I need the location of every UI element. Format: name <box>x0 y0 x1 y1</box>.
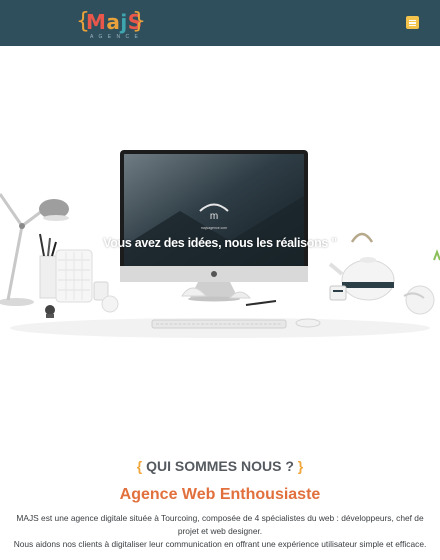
hero-tagline: Vous avez des idées, nous les réalisons … <box>103 236 337 250</box>
svg-text:m: m <box>210 211 218 222</box>
site-header: { MajS } A G E N C E <box>0 0 440 46</box>
hamburger-menu-icon[interactable] <box>406 16 419 29</box>
logo-brace-close: } <box>132 9 146 34</box>
about-paragraph-line-2: Nous aidons nos clients à digitaliser le… <box>13 539 427 549</box>
title-brace-close: } <box>297 458 304 474</box>
imac-monitor: m majsagence.com <box>120 150 308 302</box>
section-title: { QUI SOMMES NOUS ? } <box>136 458 304 474</box>
hero-banner: m majsagence.com Vous avez des idées, no… <box>0 46 440 446</box>
brand-logo[interactable]: { MajS } A G E N C E <box>76 8 146 40</box>
section-subtitle: Agence Web Enthousiaste <box>119 486 321 503</box>
keyboard <box>151 319 287 329</box>
figurine <box>45 305 55 318</box>
about-paragraph: MAJS est une agence digitale située à To… <box>8 512 432 551</box>
svg-text:majsagence.com: majsagence.com <box>201 226 228 230</box>
logo-tagline: A G E N C E <box>90 34 140 40</box>
about-paragraph-line-1: MAJS est une agence digitale située à To… <box>16 513 424 536</box>
decor-vase <box>55 249 93 303</box>
